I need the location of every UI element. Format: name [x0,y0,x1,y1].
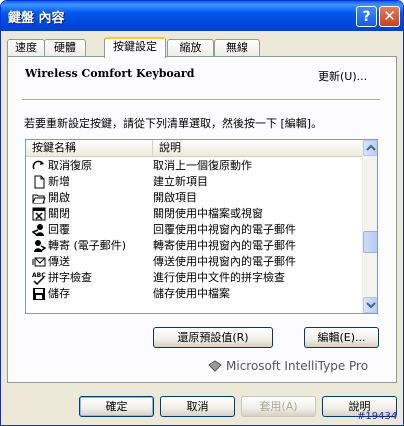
list-item-desc: 關閉使用中檔案或視窗 [153,207,263,220]
cancel-button[interactable]: 取消 [160,396,235,417]
list-item-name: 新增 [48,175,70,188]
send-icon [32,257,46,267]
list-item-name: 關閉 [48,207,70,220]
list-item-name: 儲存 [48,287,70,300]
tab-wireless[interactable]: 無線 [214,39,260,57]
spell-check-icon: ABC [32,272,46,285]
scroll-up-button[interactable] [363,140,377,156]
tab-hardware[interactable]: 硬體 [44,39,86,57]
close-button[interactable]: ✕ [379,6,400,27]
key-list[interactable]: 按鍵名稱 說明 取消復原 取消上一個復原動作 新增 建立新項目 開啟 開啟項目 … [25,139,378,314]
list-item-desc: 回覆使用中視窗內的電子郵件 [153,223,296,236]
divider [22,99,380,101]
instruction-text: 若要重新設定按鍵，請從下列清單選取，然後按一下 [編輯]。 [24,117,323,130]
update-button[interactable]: 更新(U)... [318,68,367,84]
save-icon [33,288,45,300]
brand-text: Microsoft IntelliType Pro [226,359,369,373]
list-item-name: 傳送 [48,255,70,268]
list-header: 按鍵名稱 說明 [26,140,363,157]
title-bar[interactable]: 鍵盤 內容 ? ✕ [1,1,403,31]
reply-icon [32,224,44,236]
help-icon: ? [362,8,371,25]
list-item-name: 取消復原 [48,159,92,172]
list-item[interactable]: 新增 建立新項目 [26,174,363,190]
scroll-down-button[interactable] [363,297,377,313]
list-item[interactable]: 回覆 回覆使用中視窗內的電子郵件 [26,222,363,238]
redo-icon [32,160,44,170]
list-item-name: 轉寄 (電子郵件) [48,239,127,252]
list-item-name: 開啟 [48,191,70,204]
list-item[interactable]: 開啟 開啟項目 [26,190,363,206]
list-item[interactable]: ABC 拼字檢查 進行使用中文件的拼字檢查 [26,270,363,286]
close-icon: ✕ [383,7,396,25]
forward-icon [34,240,46,252]
key-settings-panel: Wireless Comfort Keyboard 更新(U)... 若要重新設… [7,56,397,383]
list-item[interactable]: 傳送 傳送使用中視窗內的電子郵件 [26,254,363,270]
tab-key-settings[interactable]: 按鍵設定 [104,37,166,58]
ok-button[interactable]: 確定 [79,396,154,417]
new-document-icon [34,175,45,189]
open-folder-icon [32,194,46,204]
list-item-desc: 取消上一個復原動作 [153,159,252,172]
keyboard-properties-window: 鍵盤 內容 ? ✕ 速度 硬體 按鍵設定 縮放 無線 Wireless Comf… [0,0,404,426]
list-item[interactable]: 取消復原 取消上一個復原動作 [26,158,363,174]
list-item[interactable]: 儲存 儲存使用中檔案 [26,286,363,302]
list-item-desc: 轉寄使用中視窗內的電子郵件 [153,239,296,252]
vertical-scrollbar[interactable] [362,140,377,313]
tab-speed[interactable]: 速度 [7,39,45,57]
list-item-name: 拼字檢查 [48,271,92,284]
list-item-name: 回覆 [48,223,70,236]
column-key-name[interactable]: 按鍵名稱 [26,140,153,157]
apply-button[interactable]: 套用(A) [241,396,316,417]
chevron-up-icon [366,144,376,151]
scrollbar-thumb[interactable] [363,231,377,253]
list-item-desc: 開啟項目 [153,191,197,204]
edit-button[interactable]: 編輯(E)... [304,327,379,348]
window-title: 鍵盤 內容 [8,11,65,26]
list-item-desc: 建立新項目 [153,175,208,188]
chevron-down-icon [366,302,376,309]
watermark: #19434 [357,411,398,422]
column-description[interactable]: 說明 [153,140,363,157]
close-window-icon [32,207,46,221]
list-item-desc: 傳送使用中視窗內的電子郵件 [153,255,296,268]
help-button[interactable]: ? [356,6,377,27]
list-item[interactable]: 關閉 關閉使用中檔案或視窗 [26,206,363,222]
tab-zoom[interactable]: 縮放 [167,39,214,57]
restore-defaults-button[interactable]: 還原預設值(R) [153,327,273,348]
list-item[interactable]: 轉寄 (電子郵件) 轉寄使用中視窗內的電子郵件 [26,238,363,254]
list-item-desc: 儲存使用中檔案 [153,287,230,300]
list-item-desc: 進行使用中文件的拼字檢查 [153,271,285,284]
keyboard-name: Wireless Comfort Keyboard [25,67,195,80]
keyboard-logo-icon [208,360,222,372]
